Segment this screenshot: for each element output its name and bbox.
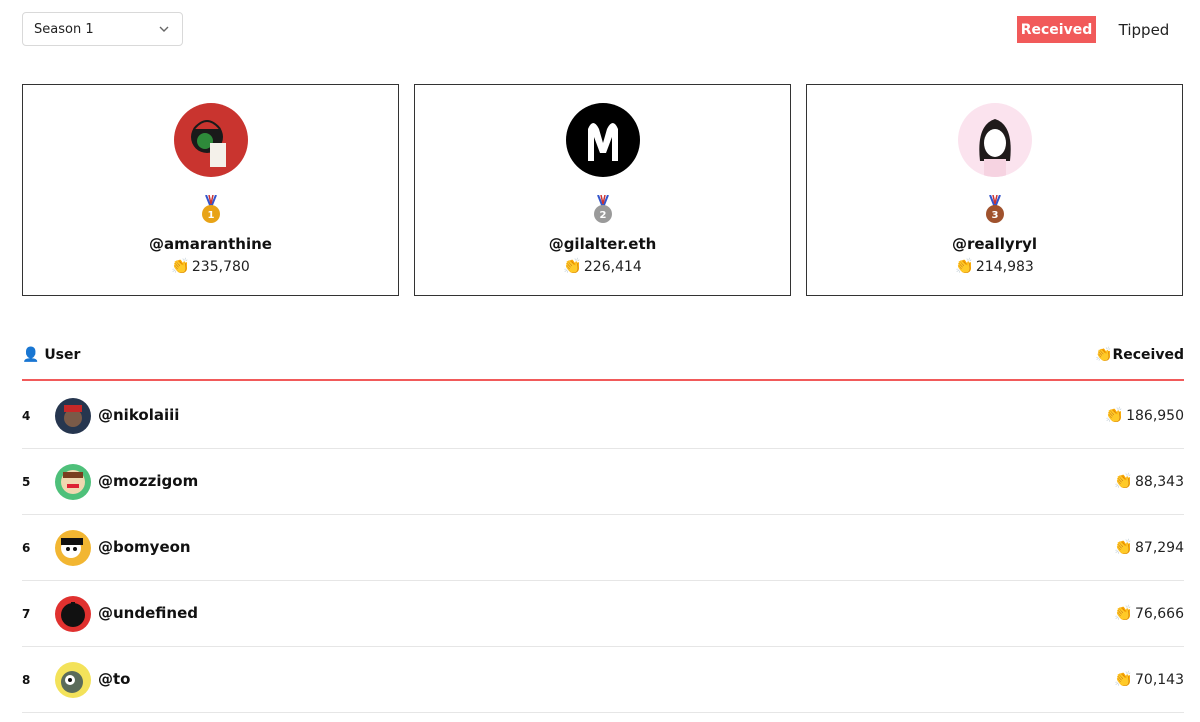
season-select[interactable]: Season 1 [22,12,183,46]
clap-icon: 👏 [171,257,190,275]
podium-score: 👏 214,983 [955,257,1034,275]
podium-score: 👏 226,414 [563,257,642,275]
table-row[interactable]: 4 @nikolaiii 👏 186,950 [22,383,1184,449]
svg-text:2: 2 [599,210,606,221]
row-username[interactable]: @mozzigom [98,472,198,490]
rank: 6 [22,541,31,555]
rank: 8 [22,673,31,687]
clap-icon: 👏 [1105,406,1125,424]
avatar [55,662,91,698]
table-row[interactable]: 8 @to 👏 70,143 [22,647,1184,713]
avatar [565,103,640,177]
table-row[interactable]: 6 @bomyeon 👏 87,294 [22,515,1184,581]
leaderboard-header: 👤 User 👏Received [22,343,1184,381]
avatar [55,464,91,500]
clap-icon: 👏 [1114,472,1133,490]
table-row[interactable]: 5 @mozzigom 👏 88,343 [22,449,1184,515]
clap-icon: 👏 [1095,347,1113,363]
rank: 5 [22,475,31,489]
podium-score: 👏 235,780 [171,257,250,275]
row-score: 👏 88,343 [1114,472,1184,490]
row-username[interactable]: @nikolaiii [98,406,179,424]
chevron-down-icon [159,26,169,32]
header-user: 👤 User [22,347,81,363]
avatar [55,398,91,434]
avatar [55,530,91,566]
clap-icon: 👏 [563,257,582,275]
gold-medal-icon: 1 [201,194,221,225]
avatar [55,596,91,632]
season-select-value: Season 1 [34,21,94,37]
clap-icon: 👏 [1114,670,1133,688]
row-score: 👏 87,294 [1114,538,1184,556]
bronze-medal-icon: 3 [985,194,1005,225]
row-username[interactable]: @undefined [98,604,198,622]
row-score: 👏 70,143 [1114,670,1184,688]
row-username[interactable]: @to [98,670,130,688]
clap-icon: 👏 [1114,538,1133,556]
podium-card-third[interactable]: 3 @reallyryl 👏 214,983 [806,84,1183,296]
header-received: 👏Received [1095,347,1184,363]
rank: 4 [22,409,31,423]
row-score: 👏 186,950 [1105,406,1184,424]
tipped-tab[interactable]: Tipped [1111,16,1177,43]
avatar [957,103,1032,177]
clap-icon: 👏 [955,257,974,275]
clap-icon: 👏 [1114,604,1133,622]
table-row[interactable]: 7 @undefined 👏 76,666 [22,581,1184,647]
silver-medal-icon: 2 [593,194,613,225]
podium-username[interactable]: @reallyryl [807,235,1182,253]
podium-card-second[interactable]: 2 @gilalter.eth 👏 226,414 [414,84,791,296]
podium-username[interactable]: @gilalter.eth [415,235,790,253]
user-icon: 👤 [22,347,40,363]
svg-text:1: 1 [207,210,214,221]
rank: 7 [22,607,31,621]
received-tab[interactable]: Received [1017,16,1096,43]
row-score: 👏 76,666 [1114,604,1184,622]
podium-card-first[interactable]: 1 @amaranthine 👏 235,780 [22,84,399,296]
row-username[interactable]: @bomyeon [98,538,191,556]
avatar [173,103,248,177]
podium-username[interactable]: @amaranthine [23,235,398,253]
svg-text:3: 3 [991,210,998,221]
